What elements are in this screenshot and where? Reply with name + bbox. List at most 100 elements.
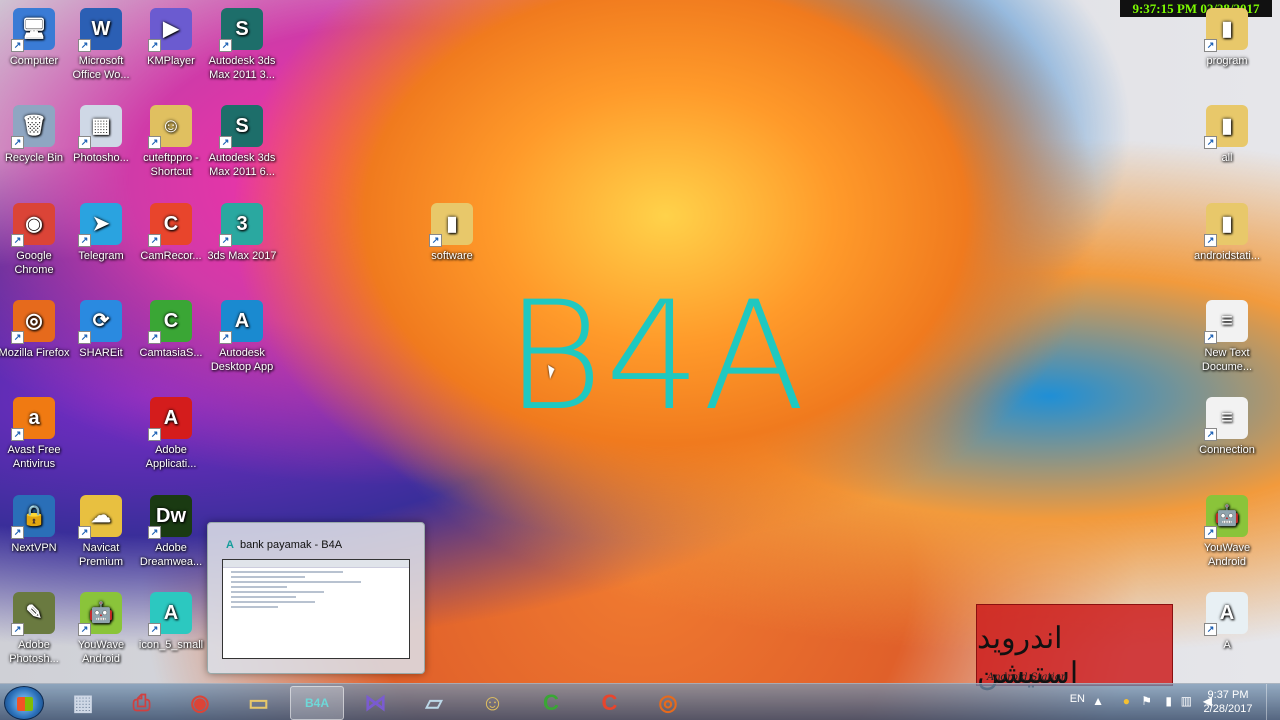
desktop-icon-label: Microsoft Office Wo...	[72, 55, 130, 81]
taskbar-button-calculator[interactable]: ▦	[56, 686, 110, 720]
taskbar-button-notepad[interactable]: ▱	[407, 686, 461, 720]
taskbar-button-visual-studio[interactable]: ⋈	[349, 686, 403, 720]
desktop-icon[interactable]: 🖥 ↗ Computer	[0, 8, 72, 68]
desktop-icon[interactable]: ✎ ↗ Adobe Photosh...	[0, 592, 72, 666]
desktop-icon[interactable]: ▮ ↗ software	[414, 203, 490, 263]
nextvpn-icon: 🔒 ↗	[11, 495, 55, 539]
desktop-icon[interactable]: S ↗ Autodesk 3ds Max 2011 3...	[204, 8, 280, 82]
taskbar-button-printer[interactable]: ⎙	[115, 686, 169, 720]
desktop-icon[interactable]: ◉ ↗ Google Chrome	[0, 203, 72, 277]
taskbar-button-firefox[interactable]: ◎	[641, 686, 695, 720]
shortcut-arrow-icon: ↗	[11, 234, 24, 247]
action-center-icon[interactable]: ⚑	[1141, 694, 1152, 708]
shortcut-arrow-icon: ↗	[11, 623, 24, 636]
shortcut-arrow-icon: ↗	[1204, 234, 1217, 247]
desktop-icon[interactable]: ≡ ↗ Connection	[1189, 397, 1265, 457]
shortcut-arrow-icon: ↗	[11, 136, 24, 149]
desktop-icon[interactable]: ◎ ↗ Mozilla Firefox	[0, 300, 72, 360]
shortcut-arrow-icon: ↗	[219, 331, 232, 344]
desktop-icon-label: cuteftppro - Shortcut	[143, 152, 199, 178]
tray-time: 9:37 PM	[1207, 689, 1249, 701]
computer-icon: 🖥 ↗	[11, 8, 55, 52]
start-button[interactable]	[4, 686, 44, 720]
desktop-icon[interactable]: C ↗ CamtasiaS...	[133, 300, 209, 360]
system-tray: EN ▲ ● ⚑ ▮ ▥ ◀ 9:37 PM 2/28/2017	[1020, 684, 1280, 720]
desktop-icon-label: Telegram	[78, 250, 124, 262]
folder-icon: ▮ ↗	[1204, 8, 1248, 52]
desktop-icon[interactable]: ▮ ↗ program	[1189, 8, 1265, 68]
camrecorder-icon: C	[601, 690, 618, 715]
desktop-icon[interactable]: ▮ ↗ all	[1189, 105, 1265, 165]
desktop-icon-label: Autodesk 3ds Max 2011 6...	[208, 152, 276, 178]
kmplayer-icon: ▶ ↗	[148, 8, 192, 52]
desktop-icon-label: Autodesk 3ds Max 2011 3...	[208, 55, 276, 81]
recycle-bin-icon: 🗑 ↗	[11, 105, 55, 149]
desktop-icon-label: Adobe Dreamwea...	[139, 542, 203, 568]
shortcut-arrow-icon: ↗	[219, 136, 232, 149]
shortcut-arrow-icon: ↗	[1204, 331, 1217, 344]
desktop-icon-label: Mozilla Firefox	[0, 347, 70, 359]
shortcut-arrow-icon: ↗	[1204, 623, 1217, 636]
folder-icon: ▮ ↗	[1204, 105, 1248, 149]
shortcut-arrow-icon: ↗	[1204, 39, 1217, 52]
desktop-icon[interactable]: A ↗ Adobe Applicati...	[133, 397, 209, 471]
desktop-icon[interactable]: 🤖 ↗ YouWave Android	[63, 592, 139, 666]
desktop-icon[interactable]: W ↗ Microsoft Office Wo...	[63, 8, 139, 82]
tray-app-icon[interactable]: ●	[1123, 694, 1130, 708]
language-indicator[interactable]: EN	[1070, 693, 1085, 705]
desktop-icon[interactable]: Dw ↗ Adobe Dreamwea...	[133, 495, 209, 569]
shortcut-arrow-icon: ↗	[429, 234, 442, 247]
b4a-app-icon: A	[226, 539, 234, 551]
desktop-icon[interactable]: C ↗ CamRecor...	[133, 203, 209, 263]
android-icon: 🤖 ↗	[78, 592, 122, 636]
desktop-icon[interactable]: ➤ ↗ Telegram	[63, 203, 139, 263]
desktop-icon[interactable]: 3 ↗ 3ds Max 2017	[204, 203, 280, 263]
watermark-english-text: Android Station	[987, 672, 1068, 683]
desktop-icon[interactable]: 🤖 ↗ YouWave Android	[1189, 495, 1265, 569]
taskbar-button-cuteftp[interactable]: ☺	[466, 686, 520, 720]
desktop-icon-label: YouWave Android	[1203, 542, 1251, 568]
thumbnail-title-text: bank payamak - B4A	[239, 539, 343, 551]
desktop-icon[interactable]: ☺ ↗ cuteftppro - Shortcut	[133, 105, 209, 179]
taskbar-button-explorer[interactable]: ▭	[232, 686, 286, 720]
camtasia-icon: C	[543, 690, 559, 715]
desktop-icon[interactable]: ≡ ↗ New Text Docume...	[1189, 300, 1265, 374]
desktop-icon-label: NextVPN	[11, 542, 57, 554]
shareit-icon: ⟳ ↗	[78, 300, 122, 344]
taskbar-button-camrecorder[interactable]: C	[583, 686, 637, 720]
desktop-icon[interactable]: A ↗ A	[1189, 592, 1265, 652]
desktop-icon[interactable]: A ↗ icon_5_small	[133, 592, 209, 652]
3dsmax-2017-icon: 3 ↗	[219, 203, 263, 247]
desktop-icon[interactable]: 🔒 ↗ NextVPN	[0, 495, 72, 555]
tray-clock[interactable]: 9:37 PM 2/28/2017	[1198, 688, 1258, 716]
camrecorder-icon: C ↗	[148, 203, 192, 247]
taskbar-button-chrome[interactable]: ◉	[173, 686, 227, 720]
thumbnail-window-preview[interactable]	[222, 559, 410, 659]
taskbar-button-camtasia[interactable]: C	[524, 686, 578, 720]
desktop-icon[interactable]: ▮ ↗ androidstati...	[1189, 203, 1265, 263]
taskbar-button-b4a[interactable]: B4A	[290, 686, 344, 720]
desktop-icon[interactable]: A ↗ Autodesk Desktop App	[204, 300, 280, 374]
notepad-icon: ▱	[425, 690, 443, 715]
desktop-icon[interactable]: 🗑 ↗ Recycle Bin	[0, 105, 72, 165]
firefox-icon: ◎	[658, 690, 678, 715]
taskbar-thumbnail-preview[interactable]: Abank payamak - B4A	[207, 522, 425, 674]
desktop-icon-label: Recycle Bin	[4, 152, 64, 164]
desktop-icon-label: A	[1223, 639, 1231, 651]
shortcut-arrow-icon: ↗	[78, 136, 91, 149]
autodesk-icon: A ↗	[219, 300, 263, 344]
desktop-icon-label: androidstati...	[1193, 250, 1261, 262]
battery-icon[interactable]: ▮	[1165, 694, 1172, 708]
show-desktop-button[interactable]	[1266, 684, 1280, 720]
desktop-icon[interactable]: ☁ ↗ Navicat Premium	[63, 495, 139, 569]
show-hidden-icons-icon[interactable]: ▲	[1092, 694, 1104, 708]
desktop-icon-label: Adobe Photosh...	[9, 639, 59, 665]
word-icon: W ↗	[78, 8, 122, 52]
desktop-icon[interactable]: S ↗ Autodesk 3ds Max 2011 6...	[204, 105, 280, 179]
desktop-icon[interactable]: ▶ ↗ KMPlayer	[133, 8, 209, 68]
network-icon[interactable]: ▥	[1181, 694, 1192, 708]
desktop-icon[interactable]: ⟳ ↗ SHAREit	[63, 300, 139, 360]
desktop-icon[interactable]: ▦ ↗ Photosho...	[63, 105, 139, 165]
camtasia-icon: C ↗	[148, 300, 192, 344]
desktop-icon[interactable]: a ↗ Avast Free Antivirus	[0, 397, 72, 471]
